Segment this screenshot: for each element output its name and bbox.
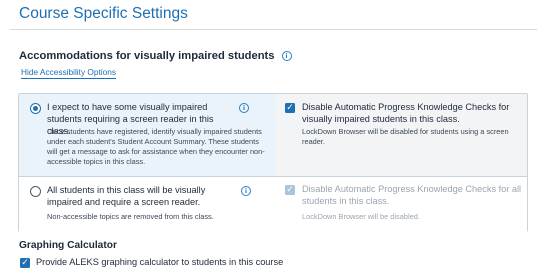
accommodation-option-left-cell[interactable]: All students in this class will be visua… [19,177,277,233]
accommodation-option-left-cell[interactable]: I expect to have some visually impaired … [19,94,276,176]
radio-some-visually-impaired[interactable] [30,103,41,114]
radio-all-visually-impaired[interactable] [30,186,41,197]
graphing-calculator-checkbox[interactable]: ✓ [20,258,30,268]
accommodation-option-right-cell: ✓ Disable Automatic Progress Knowledge C… [276,177,527,233]
page-title: Course Specific Settings [19,5,188,22]
graphing-calculator-label[interactable]: Provide ALEKS graphing calculator to stu… [36,257,283,267]
accommodation-option-row: All students in this class will be visua… [19,176,527,233]
option-description: Once students have registered, identify … [47,127,265,166]
accommodation-option-row: I expect to have some visually impaired … [19,94,527,176]
option-label[interactable]: All students in this class will be visua… [47,184,237,208]
checkbox-description: LockDown Browser will be disabled for st… [302,127,509,146]
accommodations-heading-text: Accommodations for visually impaired stu… [19,50,275,62]
checkbox-description: LockDown Browser will be disabled. [302,212,420,221]
accommodations-heading: Accommodations for visually impaired stu… [19,50,292,62]
graphing-calculator-heading: Graphing Calculator [19,240,117,251]
disable-knowledge-checks-checkbox[interactable]: ✓ [285,103,295,113]
info-icon[interactable]: i [241,186,251,196]
hide-accessibility-options-link[interactable]: Hide Accessibility Options [21,67,116,79]
info-icon[interactable]: i [281,51,292,61]
option-description: Non-accessible topics are removed from t… [47,212,214,221]
checkbox-label[interactable]: Disable Automatic Progress Knowledge Che… [302,101,522,125]
checkbox-label: Disable Automatic Progress Knowledge Che… [302,184,522,206]
accommodation-option-right-cell: ✓ Disable Automatic Progress Knowledge C… [276,94,527,176]
disable-knowledge-checks-all-checkbox: ✓ [285,185,295,195]
accommodation-options-box: I expect to have some visually impaired … [18,93,528,233]
title-divider [10,29,537,30]
info-icon[interactable]: i [239,103,249,113]
